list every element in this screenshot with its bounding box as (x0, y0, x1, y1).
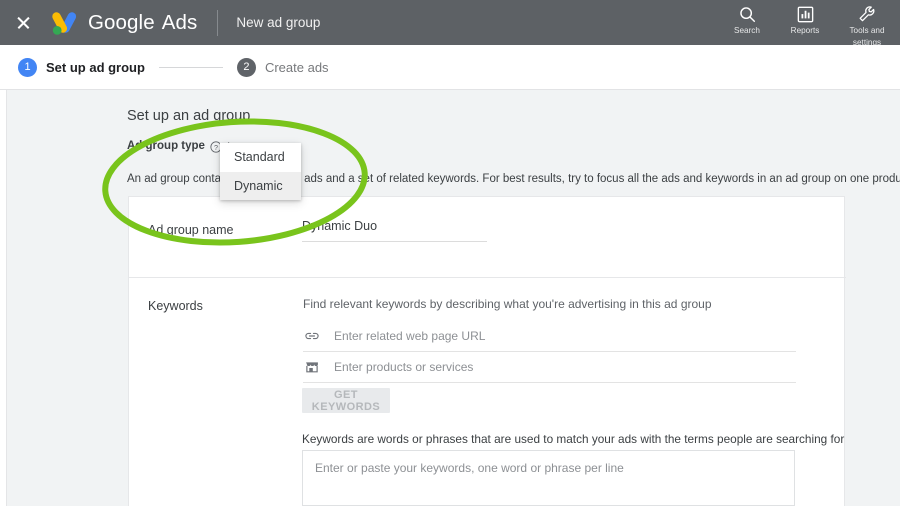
keywords-products-input[interactable] (334, 360, 796, 374)
ad-group-type-dropdown-menu[interactable]: Standard Dynamic (220, 143, 301, 200)
step-1-label: Set up ad group (46, 59, 145, 75)
brand-ads-text: Ads (161, 10, 198, 34)
step-1-number: 1 (18, 57, 37, 77)
google-ads-new-ad-group-screen: Google Ads New ad group Search Reports T… (0, 0, 900, 506)
tools-and-settings-button[interactable]: Tools and settings (834, 4, 900, 47)
step-create-ads[interactable]: 2 Create ads (236, 57, 329, 77)
app-header: Google Ads New ad group Search Reports T… (0, 0, 900, 47)
get-keywords-button[interactable]: GET KEYWORDS (302, 388, 390, 413)
left-rail-divider (6, 90, 7, 506)
page-title: Set up an ad group (127, 108, 251, 124)
close-icon (16, 15, 31, 30)
storefront-icon (303, 359, 320, 376)
dropdown-option-dynamic[interactable]: Dynamic (220, 171, 301, 200)
search-icon (739, 4, 756, 24)
brand-wordmark: Google Ads (88, 11, 197, 35)
reports-label: Reports (790, 26, 820, 35)
step-2-label: Create ads (264, 59, 329, 75)
google-ads-logo (49, 10, 79, 36)
tools-icon (858, 4, 876, 24)
keywords-description: Find relevant keywords by describing wha… (303, 297, 712, 311)
svg-text:?: ? (214, 143, 218, 152)
card-section-divider (129, 277, 846, 278)
search-label: Search (734, 26, 760, 35)
keywords-url-row (303, 321, 796, 352)
page-subtitle: New ad group (236, 15, 321, 30)
reports-icon (797, 4, 814, 24)
tools-label-line-1: Tools and (849, 26, 885, 35)
brand-google-text: Google (88, 10, 155, 34)
search-button[interactable]: Search (718, 4, 776, 36)
ad-group-name-label: Ad group name (148, 223, 234, 237)
link-icon (303, 328, 320, 345)
step-2-number: 2 (236, 57, 256, 77)
setup-stepper: 1 Set up ad group 2 Create ads (0, 45, 900, 90)
ad-group-type-label: Ad group type (127, 140, 205, 152)
step-connector (158, 66, 223, 68)
keywords-note: Keywords are words or phrases that are u… (302, 432, 845, 446)
keywords-label: Keywords (148, 299, 203, 313)
ad-group-name-input[interactable] (302, 219, 487, 242)
header-divider (217, 9, 219, 36)
close-button[interactable] (0, 0, 46, 45)
keywords-url-input[interactable] (334, 329, 796, 343)
ad-group-type-row: Ad group type ? : (127, 140, 230, 153)
header-actions: Search Reports Tools and settings (718, 0, 900, 47)
reports-button[interactable]: Reports (776, 4, 834, 36)
dropdown-option-standard[interactable]: Standard (220, 143, 301, 172)
keywords-textarea[interactable] (302, 450, 795, 506)
step-set-up-ad-group[interactable]: 1 Set up ad group (18, 57, 145, 77)
keywords-products-row (303, 352, 796, 383)
